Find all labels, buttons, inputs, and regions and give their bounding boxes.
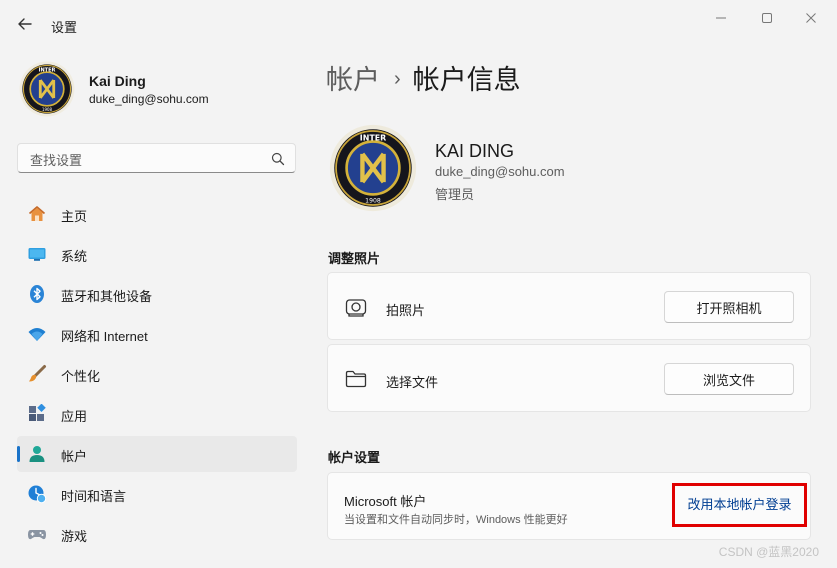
paintbrush-icon [29, 365, 46, 382]
inter-club-logo-avatar: INTER 1908 [19, 61, 75, 117]
account-avatar: INTER 1908 [329, 124, 417, 212]
folder-icon [345, 370, 367, 388]
apps-icon [29, 404, 46, 421]
account-role: 管理员 [435, 187, 475, 202]
sidebar-item-bluetooth[interactable]: 蓝牙和其他设备 [17, 276, 297, 312]
sidebar-item-label: 时间和语言 [61, 489, 127, 504]
svg-text:1908: 1908 [365, 197, 381, 204]
sidebar-item-apps[interactable]: 应用 [17, 396, 297, 432]
search-input[interactable] [28, 150, 262, 170]
photo-section-title: 调整照片 [328, 251, 381, 266]
sidebar-item-label: 帐户 [61, 449, 88, 464]
sidebar-item-label: 游戏 [61, 529, 88, 544]
choose-file-card: 选择文件 浏览文件 [327, 344, 811, 412]
home-icon [28, 206, 46, 221]
sidebar-item-accounts[interactable]: 帐户 [17, 436, 297, 472]
arrow-left-icon [18, 18, 32, 30]
breadcrumb: 帐户 › 帐户信息 [326, 58, 521, 97]
chevron-right-icon: › [394, 68, 401, 90]
sidebar-item-home[interactable]: 主页 [17, 196, 297, 232]
wifi-icon [28, 328, 46, 341]
microsoft-account-title: Microsoft 帐户 [344, 494, 427, 509]
maximize-icon [762, 13, 772, 23]
highlight-box: 改用本地帐户登录 [672, 483, 807, 527]
sidebar-item-personalization[interactable]: 个性化 [17, 356, 297, 392]
title-bar: 设置 [0, 0, 837, 48]
bluetooth-icon [30, 285, 44, 303]
sidebar-item-label: 系统 [61, 249, 88, 264]
sidebar-item-system[interactable]: 系统 [17, 236, 297, 272]
back-button[interactable] [14, 13, 36, 35]
app-title: 设置 [51, 20, 78, 35]
sidebar-item-label: 个性化 [61, 369, 101, 384]
breadcrumb-parent[interactable]: 帐户 [326, 65, 380, 95]
search-icon[interactable] [271, 152, 285, 166]
open-camera-button[interactable]: 打开照相机 [664, 291, 794, 323]
search-box[interactable] [17, 143, 296, 173]
microsoft-account-description: 当设置和文件自动同步时，Windows 性能更好 [344, 514, 568, 526]
take-photo-label: 拍照片 [386, 303, 426, 318]
sidebar-item-gaming[interactable]: 游戏 [17, 516, 297, 552]
take-photo-card: 拍照片 打开照相机 [327, 272, 811, 340]
switch-to-local-account-link[interactable]: 改用本地帐户登录 [675, 486, 804, 524]
account-display-name: KAI DING [435, 141, 515, 161]
page-title: 帐户信息 [412, 65, 521, 95]
close-button[interactable] [800, 8, 822, 28]
camera-icon [345, 299, 367, 317]
profile-name: Kai Ding [89, 73, 146, 89]
minimize-button[interactable] [710, 8, 732, 28]
sidebar-item-time-language[interactable]: 时间和语言 [17, 476, 297, 512]
profile-email: duke_ding@sohu.com [89, 92, 209, 106]
sidebar-item-label: 主页 [61, 209, 88, 224]
account-icon [29, 446, 45, 462]
microsoft-account-card: Microsoft 帐户 当设置和文件自动同步时，Windows 性能更好 改用… [327, 472, 811, 540]
account-settings-title: 帐户设置 [328, 450, 381, 465]
time-language-icon [28, 485, 47, 504]
svg-text:1908: 1908 [42, 107, 52, 112]
sidebar-item-label: 蓝牙和其他设备 [61, 289, 153, 304]
minimize-icon [716, 17, 726, 19]
profile-avatar[interactable]: INTER 1908 [19, 61, 75, 117]
gamepad-icon [28, 530, 46, 540]
svg-text:INTER: INTER [360, 134, 386, 143]
maximize-button[interactable] [756, 8, 778, 28]
inter-club-logo-avatar-large: INTER 1908 [329, 124, 417, 212]
system-display-icon [28, 248, 46, 261]
close-icon [806, 13, 816, 23]
sidebar-item-label: 应用 [61, 409, 88, 424]
sidebar-nav: 主页 系统 蓝牙和其他设备 网络和 Internet 个性化 应用 帐户 时间和… [17, 196, 297, 556]
browse-files-button[interactable]: 浏览文件 [664, 363, 794, 395]
account-email: duke_ding@sohu.com [435, 164, 565, 179]
choose-file-label: 选择文件 [386, 375, 439, 390]
watermark: CSDN @蓝黑2020 [718, 545, 819, 559]
svg-text:INTER: INTER [39, 68, 56, 74]
sidebar-item-network[interactable]: 网络和 Internet [17, 316, 297, 352]
sidebar-item-label: 网络和 Internet [61, 329, 148, 344]
